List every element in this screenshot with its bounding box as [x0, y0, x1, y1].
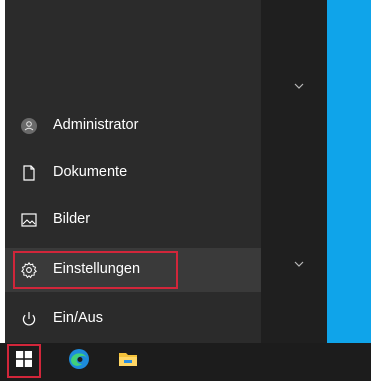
edge-browser-icon	[68, 348, 90, 375]
start-menu-item-power[interactable]: Ein/Aus	[5, 297, 261, 341]
start-button[interactable]	[7, 344, 41, 378]
windows-start-icon	[16, 350, 32, 372]
start-menu-tile-pane	[261, 0, 327, 343]
annotation-highlight-settings	[13, 251, 178, 289]
start-menu-item-administrator[interactable]: Administrator	[5, 104, 261, 148]
chevron-down-icon[interactable]	[291, 256, 307, 272]
taskbar-edge-button[interactable]	[62, 344, 96, 378]
screenshot-frame: Administrator Dokumente Bilder Einstellu…	[0, 0, 376, 381]
start-menu-item-bilder[interactable]: Bilder	[5, 198, 261, 242]
taskbar	[0, 343, 371, 381]
menu-item-label: Bilder	[53, 211, 91, 227]
pictures-icon	[20, 211, 38, 229]
taskbar-explorer-button[interactable]	[111, 344, 145, 378]
chevron-down-icon[interactable]	[291, 78, 307, 94]
document-icon	[20, 164, 38, 182]
menu-item-label: Dokumente	[53, 164, 128, 180]
power-icon	[20, 310, 38, 328]
user-icon	[20, 117, 38, 135]
menu-item-label: Administrator	[53, 117, 139, 133]
start-menu-item-dokumente[interactable]: Dokumente	[5, 151, 261, 195]
file-explorer-icon	[117, 349, 139, 374]
right-margin	[371, 0, 376, 381]
desktop-background	[327, 0, 371, 343]
menu-item-label: Ein/Aus	[53, 310, 103, 326]
